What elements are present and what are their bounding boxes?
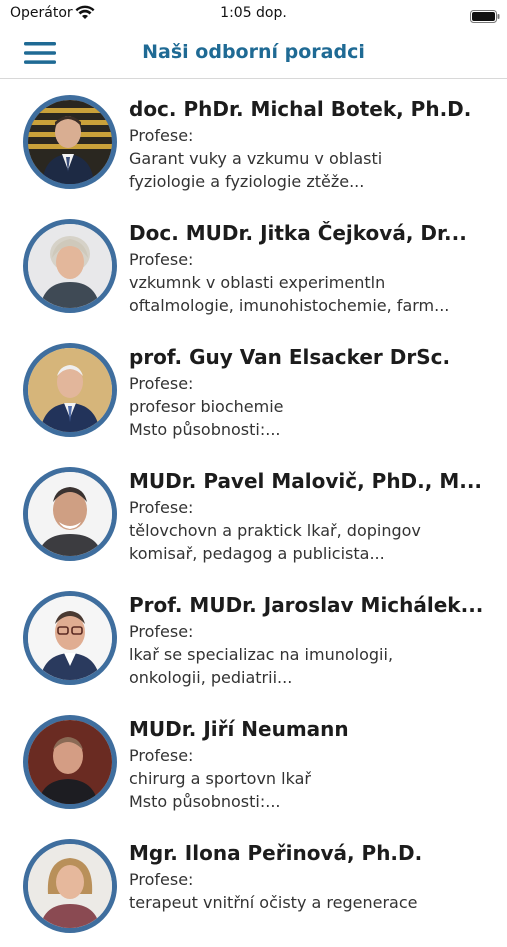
profession-label: Profese: [129, 746, 194, 765]
nav-bar: Naši odborní poradci [0, 28, 507, 79]
list-item[interactable]: MUDr. Pavel Malovič, PhD., M... Profese:… [0, 451, 507, 575]
profession-label: Profese: [129, 126, 194, 145]
advisor-name: MUDr. Pavel Malovič, PhD., M... [129, 469, 483, 493]
profession-text: vzkumnk v oblasti experimentln [129, 273, 386, 292]
advisor-name: Mgr. Ilona Peřinová, Ph.D. [129, 841, 423, 865]
profession-text: oftalmologie, imunohistochemie, farm... [129, 296, 450, 315]
profession-text: Garant vuky a vzkumu v oblasti [129, 149, 383, 168]
list-item[interactable]: MUDr. Jiří Neumann Profese: chirurg a sp… [0, 699, 507, 823]
profession-text: tělovchovn a praktick lkař, dopingov [129, 521, 421, 540]
profession-label: Profese: [129, 374, 194, 393]
profession-text: profesor biochemie [129, 397, 284, 416]
profession-text: chirurg a sportovn lkař [129, 769, 311, 788]
status-bar: Operátor 1:05 dop. [0, 0, 507, 28]
avatar [23, 715, 117, 809]
avatar [23, 467, 117, 561]
list-item[interactable]: Mgr. Ilona Peřinová, Ph.D. Profese: tera… [0, 823, 507, 947]
profession-label: Profese: [129, 250, 194, 269]
list-item[interactable]: prof. Guy Van Elsacker DrSc. Profese: pr… [0, 327, 507, 451]
list-item[interactable]: Prof. MUDr. Jaroslav Michálek... Profese… [0, 575, 507, 699]
list-item[interactable]: doc. PhDr. Michal Botek, Ph.D. Profese: … [0, 79, 507, 203]
profession-text: fyziologie a fyziologie ztěže... [129, 172, 365, 191]
advisor-name: prof. Guy Van Elsacker DrSc. [129, 345, 451, 369]
profession-text: komisař, pedagog a publicista... [129, 544, 385, 563]
advisor-name: Prof. MUDr. Jaroslav Michálek... [129, 593, 484, 617]
profession-label: Profese: [129, 622, 194, 641]
avatar [23, 95, 117, 189]
avatar [23, 343, 117, 437]
advisor-name: Doc. MUDr. Jitka Čejková, Dr... [129, 221, 467, 245]
list-item[interactable]: Doc. MUDr. Jitka Čejková, Dr... Profese:… [0, 203, 507, 327]
profession-label: Profese: [129, 498, 194, 517]
advisor-name: doc. PhDr. Michal Botek, Ph.D. [129, 97, 472, 121]
avatar [23, 839, 117, 933]
profession-text: terapeut vnitřní očisty a regenerace [129, 893, 418, 912]
avatar [23, 219, 117, 313]
profession-text: Msto působnosti:... [129, 792, 281, 811]
advisor-name: MUDr. Jiří Neumann [129, 717, 349, 741]
profession-text: Msto působnosti:... [129, 420, 281, 439]
advisor-list: doc. PhDr. Michal Botek, Ph.D. Profese: … [0, 79, 507, 947]
clock: 1:05 dop. [220, 5, 287, 21]
profession-label: Profese: [129, 870, 194, 889]
avatar [23, 591, 117, 685]
battery-icon [470, 8, 500, 23]
profession-text: lkař se specializac na imunologii, [129, 645, 394, 664]
profession-text: onkologii, pediatrii... [129, 668, 293, 687]
page-title: Naši odborní poradci [142, 41, 365, 63]
